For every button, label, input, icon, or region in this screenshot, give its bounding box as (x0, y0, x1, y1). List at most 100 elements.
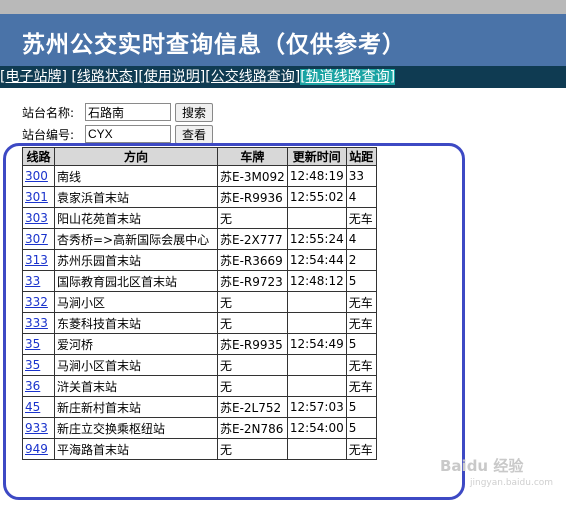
top-strip (0, 0, 566, 14)
plate-cell: 无 (217, 438, 288, 460)
time-cell (286, 438, 347, 460)
line-link[interactable]: 333 (25, 316, 48, 330)
direction-cell: 新庄立交换乘枢纽站 (54, 417, 218, 439)
view-button[interactable]: 查看 (175, 124, 214, 144)
line-link[interactable]: 303 (25, 211, 48, 225)
nav-link-bus-line-query[interactable]: [公交线路查询] (205, 69, 300, 85)
distance-cell: 无车 (345, 375, 377, 397)
direction-cell: 新庄新村首末站 (54, 396, 218, 418)
time-cell: 12:48:12 (286, 270, 347, 292)
header-plate: 车牌 (217, 147, 288, 166)
plate-cell: 苏E-R9935 (217, 333, 288, 355)
plate-cell: 苏E-2N786 (217, 417, 288, 439)
table-row: 333 东菱科技首末站无 无车 (22, 312, 377, 334)
line-link[interactable]: 307 (25, 232, 48, 246)
line-link[interactable]: 933 (25, 421, 48, 435)
direction-cell: 苏州乐园首末站 (54, 249, 218, 271)
direction-cell: 浒关首末站 (54, 375, 218, 397)
page-title: 苏州公交实时查询信息（仅供参考） (22, 31, 406, 58)
station-name-label: 站台名称: (22, 105, 75, 120)
distance-cell: 5 (345, 333, 377, 355)
table-row: 313 苏州乐园首末站 苏E-R3669 12:54:44 2 (22, 249, 377, 271)
direction-cell: 袁家浜首末站 (54, 186, 218, 208)
distance-cell: 无车 (345, 207, 377, 229)
station-name-row: 站台名称: 搜索 (22, 101, 214, 123)
line-cell: 301 (22, 186, 55, 208)
distance-cell: 无车 (345, 438, 377, 460)
time-cell: 12:54:00 (286, 417, 347, 439)
time-cell: 12:55:24 (286, 228, 347, 250)
line-link[interactable]: 332 (25, 295, 48, 309)
line-cell: 303 (22, 207, 55, 229)
line-cell: 35 (22, 354, 55, 376)
time-cell (286, 207, 347, 229)
table-row: 300 南线 苏E-3M092 12:48:19 33 (22, 165, 377, 187)
line-cell: 333 (22, 312, 55, 334)
distance-cell: 2 (345, 249, 377, 271)
nav-link-line-status[interactable]: [线路状态] (71, 69, 138, 85)
line-cell: 36 (22, 375, 55, 397)
header-update-time: 更新时间 (286, 147, 347, 166)
line-link[interactable]: 33 (25, 274, 40, 288)
line-link[interactable]: 45 (25, 400, 40, 414)
station-name-input[interactable] (85, 103, 171, 121)
line-link[interactable]: 35 (25, 358, 40, 372)
table-row: 36 浒关首末站无 无车 (22, 375, 377, 397)
search-form: 站台名称: 搜索 站台编号: 查看 (22, 101, 214, 145)
time-cell: 12:54:49 (286, 333, 347, 355)
header-direction: 方向 (54, 147, 218, 166)
distance-cell: 5 (345, 270, 377, 292)
distance-cell: 5 (345, 396, 377, 418)
table-row: 303 阳山花苑首末站无 无车 (22, 207, 377, 229)
line-cell: 332 (22, 291, 55, 313)
line-link[interactable]: 301 (25, 190, 48, 204)
station-code-label: 站台编号: (22, 127, 75, 142)
line-cell: 33 (22, 270, 55, 292)
table-row: 949 平海路首末站无 无车 (22, 438, 377, 460)
direction-cell: 马涧小区首末站 (54, 354, 218, 376)
plate-cell: 苏E-R9936 (217, 186, 288, 208)
direction-cell: 东菱科技首末站 (54, 312, 218, 334)
plate-cell: 苏E-R9723 (217, 270, 288, 292)
line-link[interactable]: 313 (25, 253, 48, 267)
nav-link-usage-guide[interactable]: [使用说明] (138, 69, 205, 85)
direction-cell: 马涧小区 (54, 291, 218, 313)
plate-cell: 苏E-R3669 (217, 249, 288, 271)
table-row: 301 袁家浜首末站 苏E-R9936 12:55:02 4 (22, 186, 377, 208)
plate-cell: 苏E-2L752 (217, 396, 288, 418)
table-row: 933 新庄立交换乘枢纽站 苏E-2N786 12:54:00 5 (22, 417, 377, 439)
time-cell: 12:54:44 (286, 249, 347, 271)
time-cell (286, 375, 347, 397)
direction-cell: 南线 (54, 165, 218, 187)
direction-cell: 爱河桥 (54, 333, 218, 355)
nav-link-electronic-stop[interactable]: [电子站牌] (0, 69, 67, 85)
direction-cell: 国际教育园北区首末站 (54, 270, 218, 292)
plate-cell: 无 (217, 291, 288, 313)
distance-cell: 33 (345, 165, 377, 187)
line-link[interactable]: 35 (25, 337, 40, 351)
line-link[interactable]: 949 (25, 442, 48, 456)
distance-cell: 5 (345, 417, 377, 439)
table-row: 35 爱河桥 苏E-R9935 12:54:49 5 (22, 333, 377, 355)
nav-link-rail-line-query[interactable]: [轨道线路查询] (300, 69, 396, 85)
direction-cell: 平海路首末站 (54, 438, 218, 460)
plate-cell: 苏E-2X777 (217, 228, 288, 250)
line-link[interactable]: 300 (25, 169, 48, 183)
bus-info-table: 线路 方向 车牌 更新时间 站距 300 南线 苏E-3M092 12:48:19 33… (22, 147, 377, 460)
baidu-watermark-url: jingyan.baidu.com (470, 478, 554, 488)
table-row: 35 马涧小区首末站无 无车 (22, 354, 377, 376)
baidu-watermark: Baidu 经验 (440, 457, 524, 475)
line-link[interactable]: 36 (25, 379, 40, 393)
plate-cell: 无 (217, 207, 288, 229)
distance-cell: 4 (345, 228, 377, 250)
line-cell: 300 (22, 165, 55, 187)
search-button[interactable]: 搜索 (175, 102, 214, 122)
header-distance: 站距 (345, 147, 377, 166)
station-code-input[interactable] (85, 125, 171, 143)
line-cell: 35 (22, 333, 55, 355)
distance-cell: 无车 (345, 312, 377, 334)
time-cell (286, 312, 347, 334)
time-cell: 12:57:03 (286, 396, 347, 418)
line-cell: 45 (22, 396, 55, 418)
table-header-row: 线路 方向 车牌 更新时间 站距 (22, 147, 377, 166)
